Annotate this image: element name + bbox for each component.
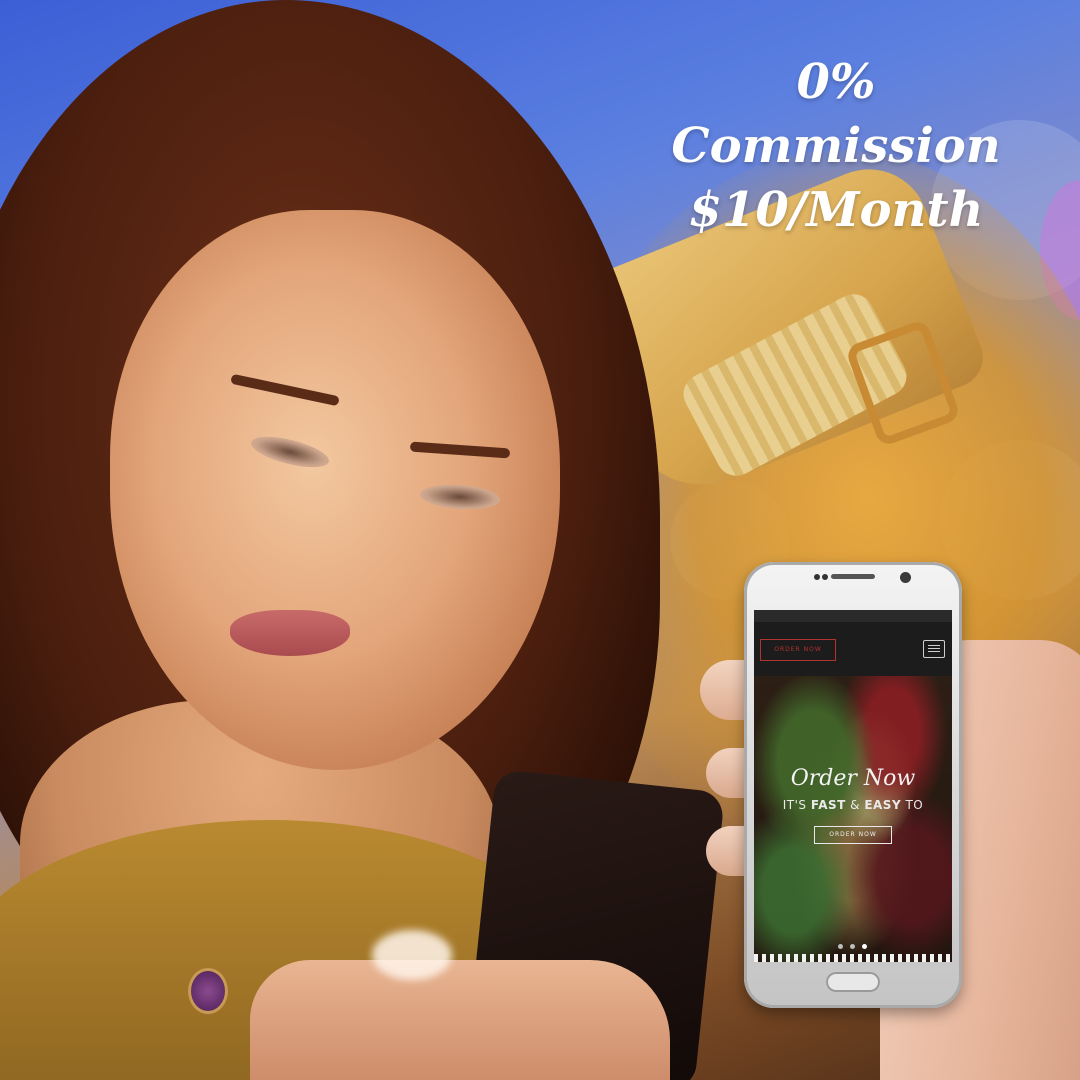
- lips: [230, 610, 350, 656]
- carousel-dots: [838, 944, 878, 952]
- eyebrow: [230, 373, 340, 407]
- eye: [419, 482, 501, 512]
- headline-commission: 0% Commission: [671, 54, 1001, 174]
- torn-edge-divider: [754, 954, 952, 962]
- phone-mockup: ORDER NOW Order Now IT'S FAST & EASY TO …: [744, 562, 962, 1008]
- eye: [248, 430, 332, 474]
- necklace-pendant: [188, 968, 228, 1014]
- earpiece-speaker: [831, 574, 875, 579]
- front-camera: [900, 572, 911, 583]
- hero-subtitle-mid: &: [845, 798, 865, 812]
- carousel-dot[interactable]: [850, 944, 855, 949]
- phone-light: [372, 930, 452, 980]
- proximity-sensor: [822, 574, 828, 580]
- hero-title: Order Now: [790, 766, 916, 791]
- woman-face: [110, 210, 560, 770]
- hero-subtitle-prefix: IT'S: [782, 798, 811, 812]
- status-bar: [754, 610, 952, 622]
- phone-screen: ORDER NOW Order Now IT'S FAST & EASY TO …: [754, 610, 952, 962]
- carousel-dot-active[interactable]: [862, 944, 867, 949]
- proximity-sensor: [814, 574, 820, 580]
- woman-hand: [250, 960, 670, 1080]
- promo-headline: 0% Commission $10/Month: [626, 50, 1046, 242]
- hero-subtitle: IT'S FAST & EASY TO: [754, 798, 952, 812]
- site-navbar: ORDER NOW: [754, 622, 952, 676]
- hero-subtitle-fast: FAST: [810, 798, 846, 812]
- carousel-dot[interactable]: [838, 944, 843, 949]
- headline-price: $10/Month: [688, 182, 984, 238]
- order-now-nav-button[interactable]: ORDER NOW: [760, 639, 836, 661]
- order-now-hero-button[interactable]: ORDER NOW: [814, 826, 892, 844]
- hero-overlay: Order Now IT'S FAST & EASY TO ORDER NOW: [754, 676, 952, 962]
- hero-subtitle-suffix: TO: [901, 798, 924, 812]
- eyebrow: [409, 441, 511, 459]
- hero-subtitle-easy: EASY: [864, 798, 902, 812]
- home-button: [826, 972, 880, 992]
- hamburger-menu-icon[interactable]: [923, 640, 945, 658]
